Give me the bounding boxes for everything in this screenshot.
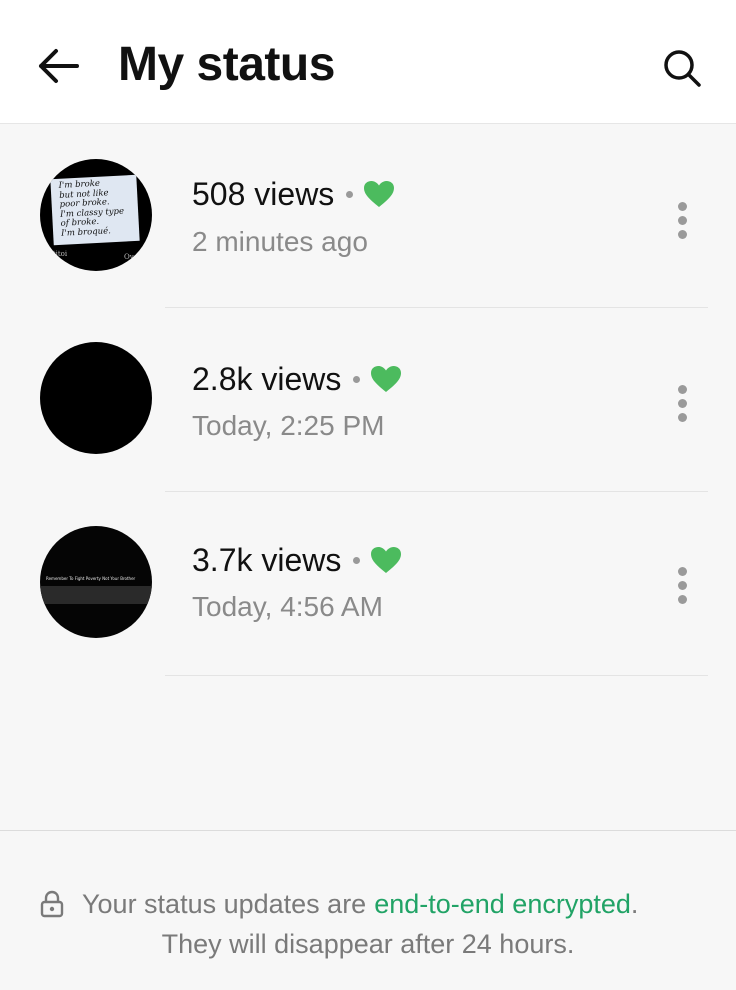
page-title: My status (118, 38, 335, 91)
lock-icon (40, 890, 64, 918)
more-dot (677, 229, 687, 239)
more-dot (677, 201, 687, 211)
heart-icon (364, 181, 395, 207)
thumbnail-band (40, 586, 152, 604)
search-icon (664, 50, 701, 87)
row-divider (165, 675, 708, 676)
back-button[interactable] (34, 42, 82, 90)
encryption-period: . (630, 889, 639, 919)
status-thumbnail[interactable] (40, 342, 152, 454)
more-dot (677, 580, 687, 590)
status-list: I'm broke but not like poor broke. I'm c… (0, 124, 736, 830)
thumbnail-footer-right: Ov (124, 253, 134, 261)
thumbnail-caption: Remember To Fight Poverty Not Your Broth… (46, 576, 136, 581)
thumbnail-note-card: I'm broke but not like poor broke. I'm c… (50, 174, 140, 246)
more-dot (677, 384, 687, 394)
status-thumbnail[interactable]: Remember To Fight Poverty Not Your Broth… (40, 526, 152, 638)
status-time: Today, 2:25 PM (192, 410, 385, 441)
heart-icon (371, 366, 402, 392)
status-time: 2 minutes ago (192, 226, 368, 257)
disappear-notice: They will disappear after 24 hours. (161, 929, 575, 959)
more-options-button[interactable] (666, 379, 698, 427)
more-dot (677, 594, 687, 604)
separator-dot (346, 190, 354, 198)
more-options-button[interactable] (666, 196, 698, 244)
more-dot (677, 215, 687, 225)
thumbnail-text: I'm broke but not like poor broke. I'm c… (58, 179, 125, 239)
search-button[interactable] (656, 42, 708, 94)
app-header: My status (0, 0, 736, 124)
more-dot (677, 398, 687, 408)
more-options-button[interactable] (666, 561, 698, 609)
encryption-text: Your status updates are (82, 889, 367, 919)
encryption-footer: Your status updates are end-to-end encry… (0, 830, 736, 990)
views-line: 2.8k views (192, 359, 402, 399)
encryption-link[interactable]: end-to-end encrypted (374, 887, 631, 921)
more-dot (677, 412, 687, 422)
separator-dot (353, 375, 361, 383)
view-count: 3.7k views (192, 542, 342, 578)
view-count: 2.8k views (192, 361, 342, 397)
views-line: 508 views (192, 174, 395, 214)
thumbnail-line: I'm broqué. (60, 225, 112, 239)
status-time: Today, 4:56 AM (192, 591, 383, 622)
arrow-left-icon (39, 49, 79, 83)
status-row[interactable]: 2.8k views Today, 2:25 PM (0, 308, 736, 492)
view-count: 508 views (192, 176, 335, 212)
more-dot (677, 566, 687, 576)
status-thumbnail[interactable]: I'm broke but not like poor broke. I'm c… (40, 159, 152, 271)
thumbnail-footer-left: ttitoi (50, 250, 68, 258)
status-row[interactable]: I'm broke but not like poor broke. I'm c… (0, 124, 736, 308)
views-line: 3.7k views (192, 540, 402, 580)
separator-dot (353, 556, 361, 564)
status-row[interactable]: Remember To Fight Poverty Not Your Broth… (0, 492, 736, 676)
heart-icon (371, 547, 402, 573)
encryption-notice: Your status updates are end-to-end encry… (40, 887, 638, 921)
